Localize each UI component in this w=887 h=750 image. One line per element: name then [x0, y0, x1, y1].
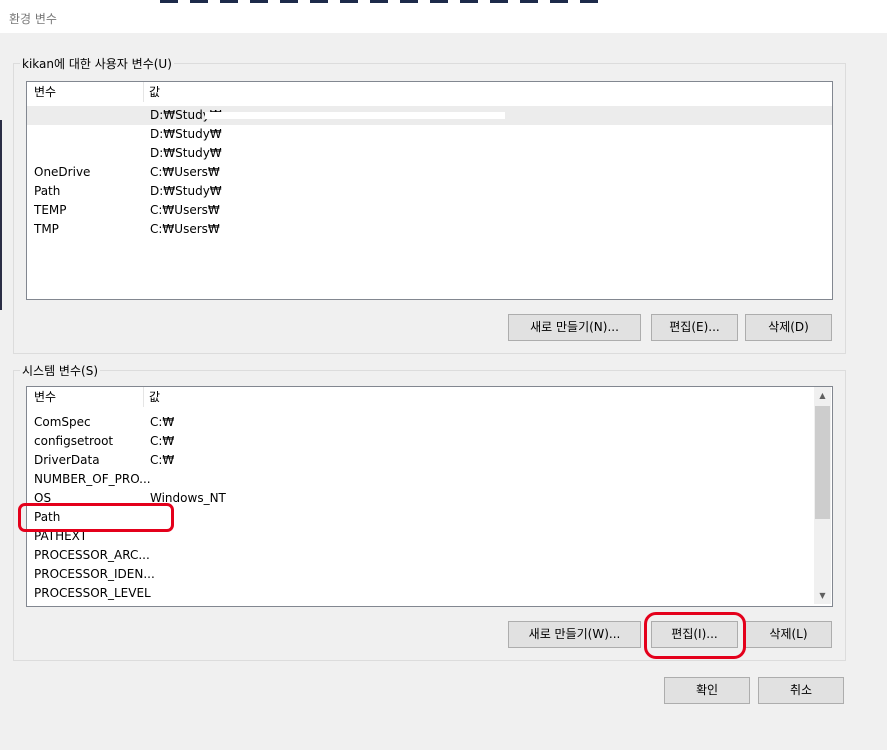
- scroll-up-icon[interactable]: ▲: [814, 387, 831, 404]
- header-divider[interactable]: [143, 82, 144, 102]
- window-edge: [0, 120, 2, 310]
- system-variable-row[interactable]: PROCESSOR_ARC...: [27, 546, 832, 565]
- user-variable-row[interactable]: Path D:₩Study₩: [27, 182, 832, 201]
- title-bar-decoration: [160, 0, 600, 3]
- window-title: 환경 변수: [9, 12, 57, 26]
- user-variable-row[interactable]: D:₩Study₩: [27, 106, 832, 125]
- title-bar: [0, 0, 887, 33]
- system-variable-row[interactable]: ComSpec C:₩: [27, 413, 832, 432]
- system-variables-label: 시스템 변수(S): [20, 362, 100, 379]
- system-list-scrollbar[interactable]: ▲ ▼: [814, 387, 831, 604]
- user-variables-list[interactable]: 변수 값 D:₩Study₩ D:₩Study₩ D:₩Study₩ OneDr…: [26, 81, 833, 300]
- cancel-button[interactable]: 취소: [758, 677, 844, 704]
- system-variables-list[interactable]: 변수 값 ComSpec C:₩ configsetroot C:₩ Drive…: [26, 386, 833, 607]
- system-list-header: 변수 값: [27, 387, 832, 407]
- scrollbar-thumb[interactable]: [815, 406, 830, 519]
- user-variable-row[interactable]: D:₩Study₩: [27, 144, 832, 163]
- user-variable-row[interactable]: TEMP C:₩Users₩: [27, 201, 832, 220]
- header-value[interactable]: 값: [149, 387, 160, 407]
- header-variable[interactable]: 변수: [34, 82, 56, 102]
- user-variables-label: kikan에 대한 사용자 변수(U): [20, 55, 174, 72]
- user-variable-row[interactable]: D:₩Study₩: [27, 125, 832, 144]
- system-new-button[interactable]: 새로 만들기(W)...: [508, 621, 641, 648]
- user-list-header: 변수 값: [27, 82, 832, 102]
- scroll-down-icon[interactable]: ▼: [814, 587, 831, 604]
- system-variable-row[interactable]: PROCESSOR_IDEN...: [27, 565, 832, 584]
- user-variable-row[interactable]: OneDrive C:₩Users₩: [27, 163, 832, 182]
- user-edit-button[interactable]: 편집(E)...: [651, 314, 738, 341]
- annotation-ring-edit: [644, 612, 746, 659]
- redacted-area: [205, 112, 505, 119]
- system-variable-row[interactable]: configsetroot C:₩: [27, 432, 832, 451]
- header-variable[interactable]: 변수: [34, 387, 56, 407]
- annotation-ring-path: [18, 503, 174, 532]
- user-new-button[interactable]: 새로 만들기(N)...: [508, 314, 641, 341]
- header-divider[interactable]: [143, 387, 144, 407]
- header-value[interactable]: 값: [149, 82, 160, 102]
- system-variable-row[interactable]: PROCESSOR_LEVEL: [27, 584, 832, 603]
- user-delete-button[interactable]: 삭제(D): [745, 314, 832, 341]
- system-delete-button[interactable]: 삭제(L): [745, 621, 832, 648]
- system-variable-row[interactable]: DriverData C:₩: [27, 451, 832, 470]
- system-variable-row[interactable]: NUMBER_OF_PRO...: [27, 470, 832, 489]
- user-variable-row[interactable]: TMP C:₩Users₩: [27, 220, 832, 239]
- ok-button[interactable]: 확인: [664, 677, 750, 704]
